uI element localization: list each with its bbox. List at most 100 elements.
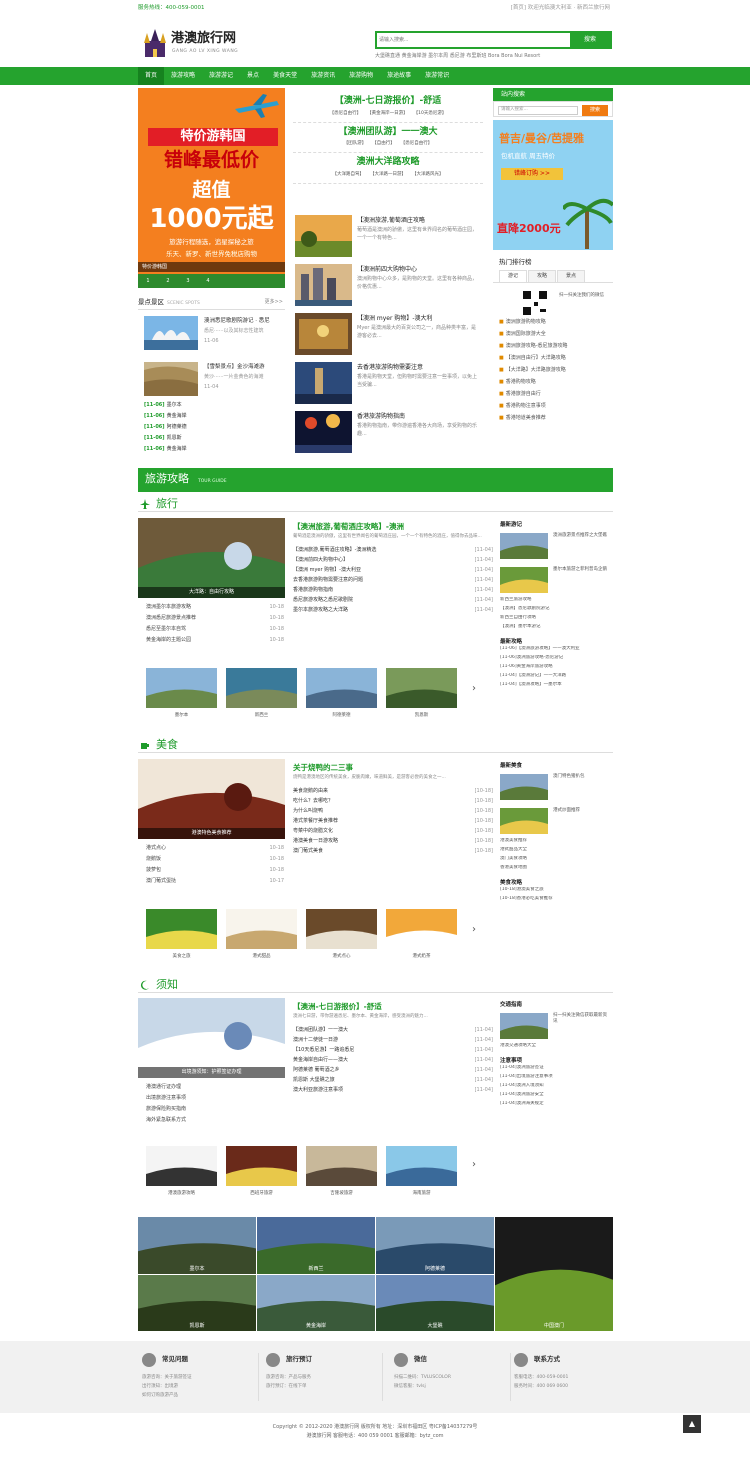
gallery-item[interactable]: 新西兰 [257, 1217, 375, 1274]
sidebar-link[interactable]: 【澳洲】墨尔本游记 [500, 624, 613, 633]
list-item[interactable]: 旅游保险购买指南 [146, 1106, 284, 1117]
sidebar-link[interactable]: 澳门美食攻略 [500, 856, 613, 865]
center-list-item[interactable]: 悉尼旅游攻略之悉尼歌剧院 [11-04] [293, 597, 493, 607]
list-item[interactable]: 黄金海岸的主题公园 10-18 [146, 637, 284, 648]
article-item[interactable]: 【澳洲旅游,葡萄酒庄攻略 葡萄酒是澳洲的骄傲，这里有世界闻名的葡萄酒庄园，一个一… [293, 215, 483, 264]
list-item[interactable]: [11-06] 黄金海岸 [138, 413, 285, 424]
nav-item[interactable]: 美食天堂 [266, 67, 304, 85]
sub-link[interactable]: 【悉尼自由行】 [401, 141, 433, 147]
nav-item[interactable]: 首页 [138, 67, 165, 85]
chevron-right-icon[interactable]: › [472, 682, 476, 695]
thumb-item[interactable]: 美食之旅 [146, 909, 217, 960]
thumb-item[interactable]: 港式奶茶 [386, 909, 457, 960]
center-list-item[interactable]: 凯恩斯 大堡礁之旅 [11-04] [293, 1077, 493, 1087]
nav-item[interactable]: 景点 [240, 67, 266, 85]
gallery-item[interactable]: 墨尔本 [138, 1217, 256, 1274]
center-list-item[interactable]: 去香港旅游购物需要注意的问题 [11-04] [293, 577, 493, 587]
center-list-item[interactable]: 墨尔本旅游攻略之大洋路 [11-04] [293, 607, 493, 617]
article-item[interactable]: 【澳洲 myer 购物】-澳大利 Myer 是澳洲最大的百货公司之一，商品种类丰… [293, 313, 483, 362]
center-list-item[interactable]: 港式茶餐厅美食推荐 [10-18] [293, 818, 493, 828]
footer-link[interactable]: 客服电话：400-059-0001 [514, 1375, 568, 1381]
sidebar-link[interactable]: [10-18]港澳美食之旅 [500, 887, 613, 896]
list-item[interactable]: 出境旅游注意事项 [146, 1095, 284, 1106]
site-search-button[interactable]: 搜索 [582, 105, 608, 116]
headline-title[interactable]: 【澳洲-七日游报价】-舒适 [293, 96, 483, 108]
sidebar-row[interactable]: 澳门特色猪扒包 [500, 774, 613, 804]
sub-link[interactable]: 【团队游】 [344, 141, 367, 147]
chevron-right-icon[interactable]: › [472, 923, 476, 936]
site-search-input[interactable]: 请输入搜索... [498, 106, 578, 115]
rank-item[interactable]: ■ 【大洋路】大洋路旅游攻略 [493, 367, 613, 379]
sidebar-link[interactable]: 香港美食地图 [500, 865, 613, 874]
center-list-item[interactable]: 澳洲十二使徒一日游 [11-04] [293, 1037, 493, 1047]
rank-item[interactable]: ■ 【澳洲自由行】大洋路攻略 [493, 355, 613, 367]
nav-item[interactable]: 旅游游记 [202, 67, 240, 85]
center-list-item[interactable]: 吃什么？去哪吃？ [10-18] [293, 798, 493, 808]
sidebar-link[interactable]: [11-06]【澳洲旅游攻略】一一澳大利亚 [500, 646, 613, 655]
footer-link[interactable]: 微信客服：tvlsj [394, 1384, 426, 1390]
list-item[interactable]: 悉尼至墨尔本自驾 10-18 [146, 626, 284, 637]
sidebar-link[interactable]: [11-04]出境旅游注意事项 [500, 1074, 613, 1083]
sidebar-link[interactable]: [11-04]澳洲旅游安全 [500, 1092, 613, 1101]
sidebar-link[interactable]: 港澳交通攻略大全 [500, 1043, 613, 1052]
center-list-item[interactable]: 澳大利亚旅游注意事项 [11-04] [293, 1087, 493, 1097]
banner-dot[interactable]: 3 [178, 274, 198, 288]
gallery-item[interactable]: 黄金海岸 [257, 1275, 375, 1331]
list-item[interactable]: [11-06] 黄金海岸 [138, 446, 285, 457]
thumb-item[interactable]: 阿德莱德 [306, 668, 377, 719]
list-item[interactable]: 澳门葡式蛋挞 10-17 [146, 878, 284, 889]
center-title[interactable]: 关于烧鸭的二三事 [293, 763, 493, 773]
center-list-item[interactable]: 【澳洲旅游,葡萄酒庄攻略】-澳洲精选 [11-04] [293, 547, 493, 557]
list-item[interactable]: 烧鹅饭 10-18 [146, 856, 284, 867]
sidebar-link[interactable]: 【澳洲】悉尼歌剧院游记 [500, 606, 613, 615]
thumb-item[interactable]: 西班牙旅游 [226, 1146, 297, 1197]
banner-dot[interactable]: 2 [158, 274, 178, 288]
promo-button[interactable]: 错峰订购 >> [501, 168, 563, 180]
site-logo[interactable]: 港澳旅行网 GANG AO LV XING WANG [142, 27, 252, 61]
gallery-item[interactable]: 凯恩斯 [138, 1275, 256, 1331]
center-list-item[interactable]: 阿德莱德 葡萄酒之乡 [11-04] [293, 1067, 493, 1077]
list-item[interactable]: [11-06] 墨尔本 [138, 402, 285, 413]
headline-title[interactable]: 【澳洲团队游】一一澳大 [293, 127, 483, 139]
list-item[interactable]: 澳洲悉尼旅游景点推荐 10-18 [146, 615, 284, 626]
rank-item[interactable]: ■ 澳洲旅游攻略-悉尼旅游攻略 [493, 343, 613, 355]
sidebar-row[interactable]: 扫一扫关注微信获取最新资讯 [500, 1013, 613, 1043]
thumb-item[interactable]: 凯恩斯 [386, 668, 457, 719]
rank-item[interactable]: ■ 香港旅游自由行 [493, 391, 613, 403]
footer-link[interactable]: 出行须知：出境游 [142, 1384, 178, 1390]
tab-guide[interactable]: 攻略 [528, 270, 557, 282]
sidebar-link[interactable]: 港式甜品大全 [500, 847, 613, 856]
sidebar-link[interactable]: 新西兰旅游攻略 [500, 597, 613, 606]
sidebar-link[interactable]: [11-04]澳洲海关规定 [500, 1101, 613, 1110]
center-list-item[interactable]: 【澳洲前四大购物中心】 [11-04] [293, 557, 493, 567]
tab-travelogue[interactable]: 游记 [499, 270, 528, 282]
chevron-right-icon[interactable]: › [472, 1158, 476, 1171]
footer-link[interactable]: 服务时间：400 069 0600 [514, 1384, 568, 1390]
nav-item[interactable]: 旅途故事 [380, 67, 418, 85]
thumb-item[interactable]: 墨尔本 [146, 668, 217, 719]
sidebar-row[interactable]: 墨尔本旅游之菲利普岛企鹅 [500, 567, 613, 597]
center-title[interactable]: 【澳洲旅游,葡萄酒庄攻略】-澳洲 [293, 522, 493, 532]
banner-dot[interactable]: 4 [198, 274, 218, 288]
scenic-item[interactable]: 澳洲悉尼歌剧院游记 · 悉尼 悉尼······以及其标志性建筑 11-06 [138, 316, 285, 356]
article-item[interactable]: 去香港旅游购物需要注意 香港是购物天堂，但购物时需要注意一些事项，以免上当受骗.… [293, 362, 483, 411]
list-item[interactable]: 澳洲墨尔本旅游攻略 10-18 [146, 604, 284, 615]
center-list-item[interactable]: 【澳洲团队游】一一澳大 [11-04] [293, 1027, 493, 1037]
sidebar-link[interactable]: [10-18]香港必吃美食推荐 [500, 896, 613, 905]
thumb-item[interactable]: 港式点心 [306, 909, 377, 960]
search-input[interactable] [379, 34, 569, 46]
search-button[interactable]: 搜索 [570, 33, 610, 47]
center-list-item[interactable]: 为什么叫烧鸭 [10-18] [293, 808, 493, 818]
welcome-text[interactable]: [首页] 欢迎光临澳大利亚 · 新西兰旅行网 [511, 5, 610, 12]
center-list-item[interactable]: 【10天悉尼游】一路追悉尼 [11-04] [293, 1047, 493, 1057]
banner-dot[interactable]: 1 [138, 274, 158, 288]
sidebar-link[interactable]: [11-04]澳洲旅游签证 [500, 1065, 613, 1074]
sub-link[interactable]: 【大洋路风光】 [412, 172, 444, 178]
hero-banner[interactable]: 特价游韩国 错峰最低价 超值 1000元起 旅游行程随选，追星探秘之旅 乐天、新… [138, 88, 285, 288]
article-item[interactable]: 【澳洲前四大购物中心 澳洲购物中心众多，是购物的天堂。这里有各种商品，价格优惠.… [293, 264, 483, 313]
center-list-item[interactable]: 美食烧鹅的由来 [10-18] [293, 788, 493, 798]
center-title[interactable]: 【澳洲-七日游报价】-舒适 [293, 1002, 493, 1012]
rank-item[interactable]: ■ 澳洲国际旅游大全 [493, 331, 613, 343]
center-list-item[interactable]: 澳门葡式美食 [10-18] [293, 848, 493, 858]
thumb-item[interactable]: 港式甜品 [226, 909, 297, 960]
